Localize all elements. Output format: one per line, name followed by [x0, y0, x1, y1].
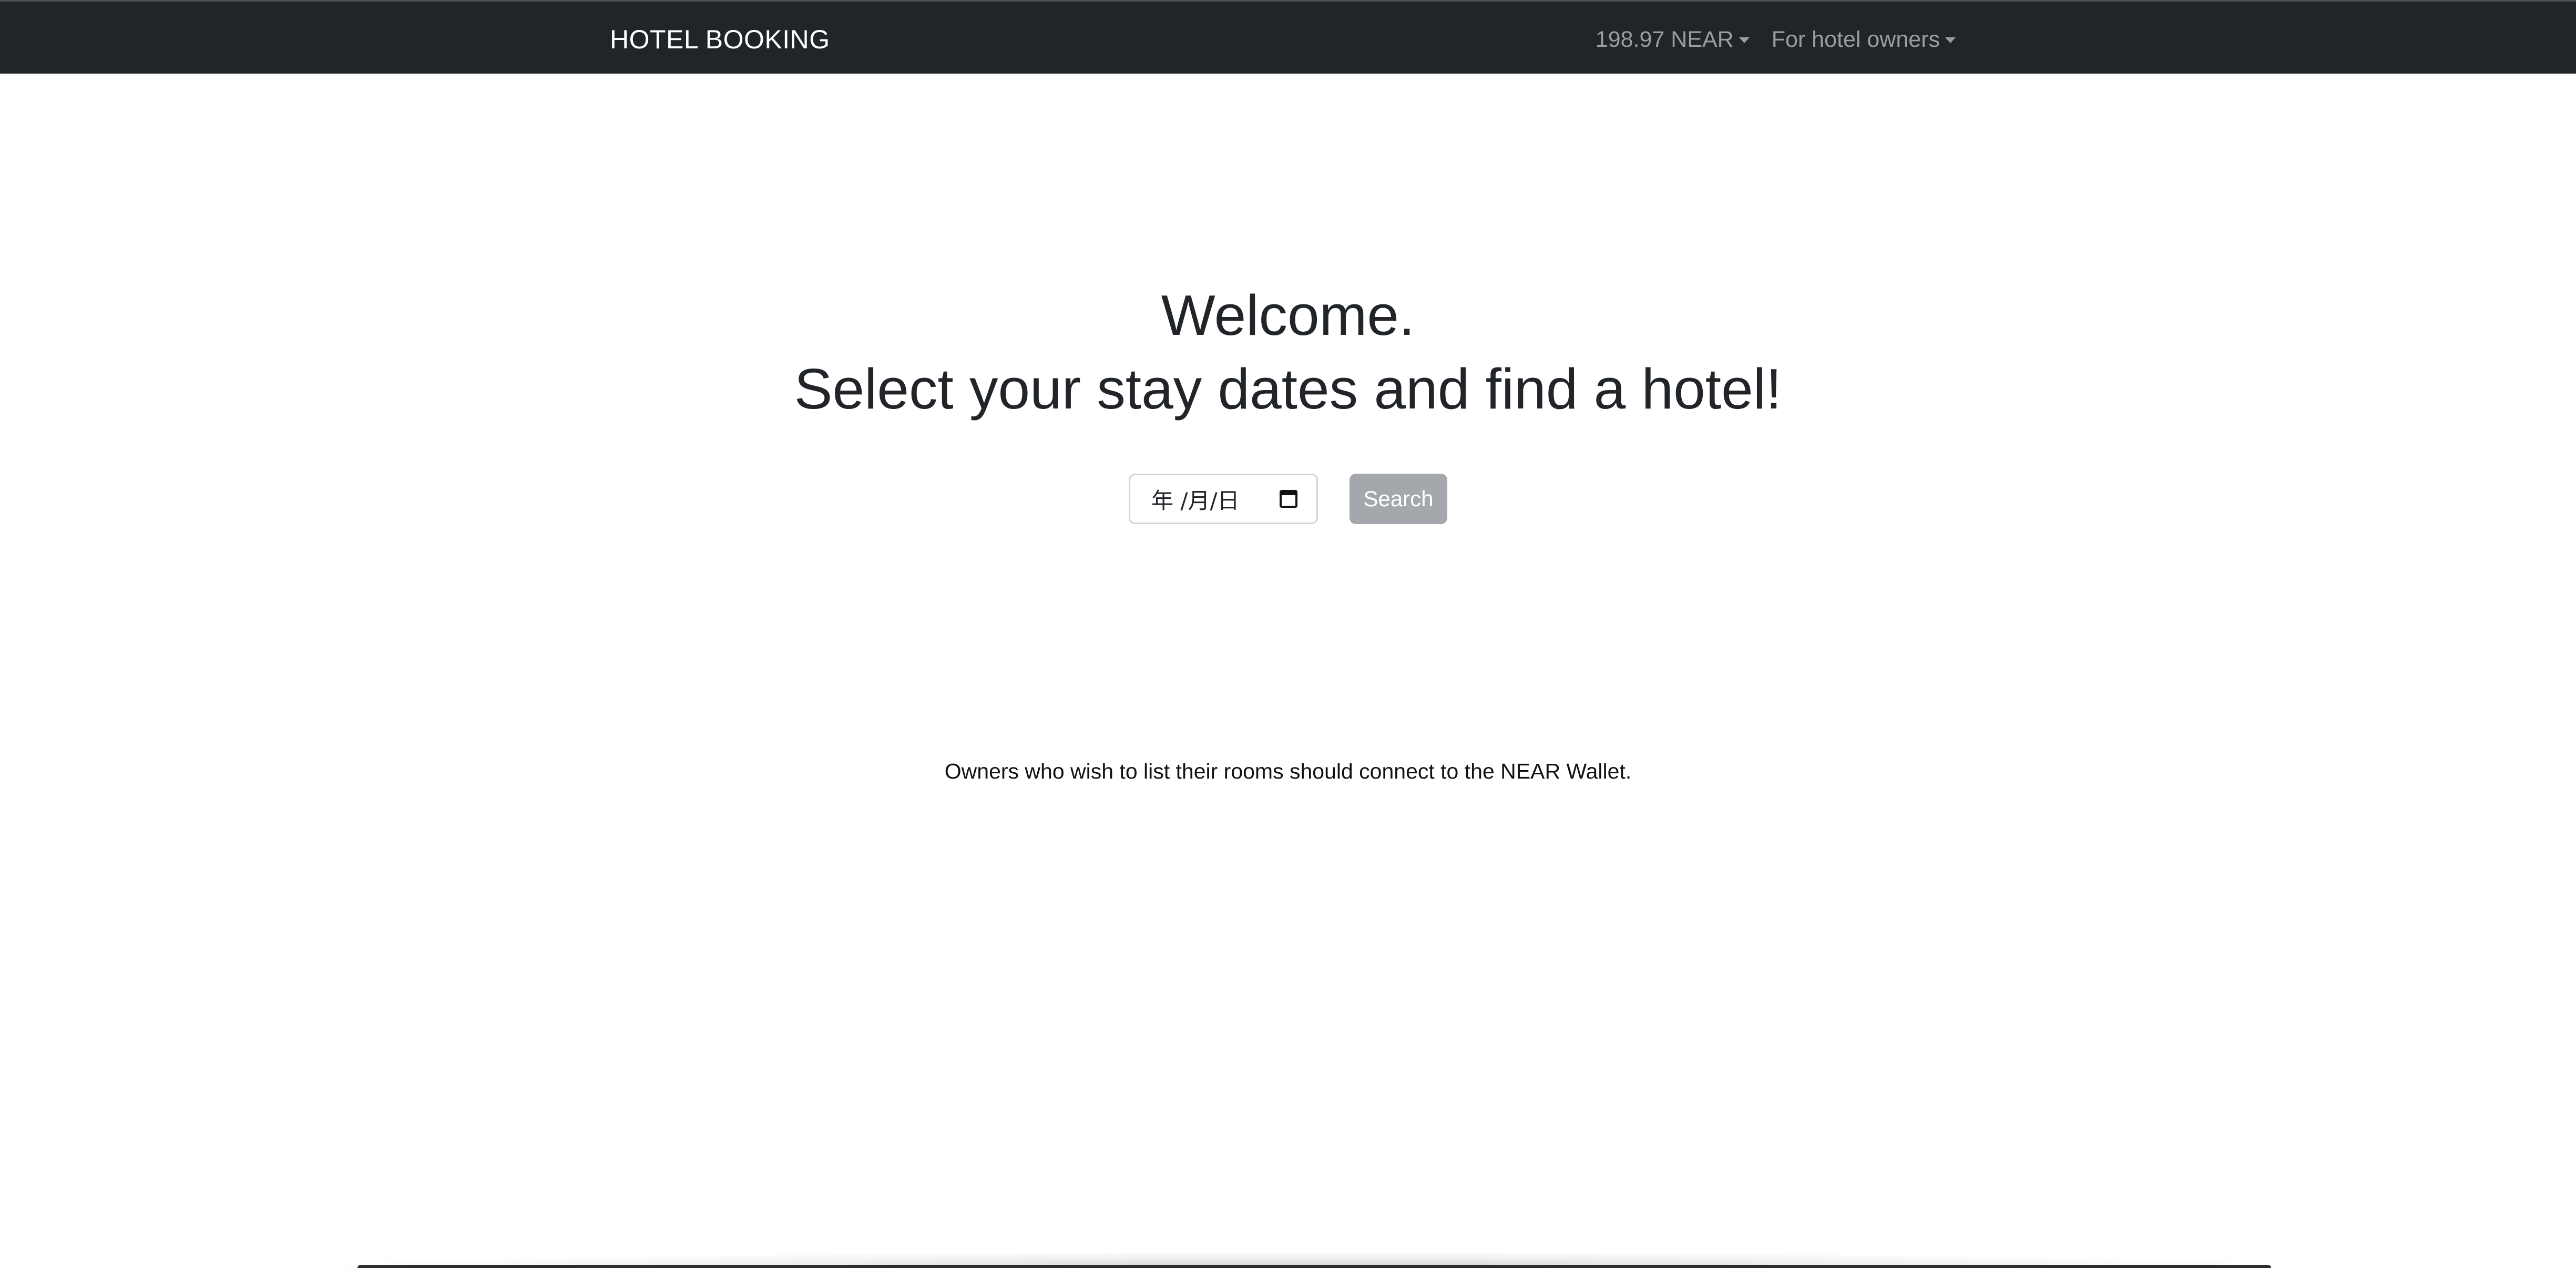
bottom-bar: [357, 1265, 2271, 1268]
calendar-icon[interactable]: [1280, 490, 1297, 508]
welcome-section: Welcome. Select your stay dates and find…: [0, 279, 2576, 426]
wallet-balance-dropdown[interactable]: 198.97 NEAR: [1596, 24, 1750, 55]
hotel-owners-label: For hotel owners: [1771, 27, 1940, 52]
top-navbar: HOTEL BOOKING 198.97 NEAR For hotel owne…: [0, 0, 2576, 74]
caret-down-icon: [1945, 37, 1956, 43]
caret-down-icon: [1739, 37, 1750, 43]
wallet-balance-label: 198.97 NEAR: [1595, 27, 1734, 52]
navbar-right-menu: 198.97 NEAR For hotel owners: [1596, 24, 1956, 55]
owner-wallet-note: Owners who wish to list their rooms shou…: [944, 759, 1632, 783]
stay-date-input[interactable]: 年 /月/日: [1129, 474, 1318, 524]
date-placeholder: 年 /月/日: [1151, 487, 1240, 514]
search-prompt-title: Select your stay dates and find a hotel!: [794, 357, 1782, 421]
search-form: 年 /月/日 Search: [0, 473, 2576, 525]
hotel-owners-dropdown[interactable]: For hotel owners: [1772, 24, 1956, 55]
welcome-title: Welcome.: [1161, 283, 1415, 347]
brand-link[interactable]: HOTEL BOOKING: [610, 24, 830, 55]
search-button[interactable]: Search: [1350, 474, 1447, 524]
